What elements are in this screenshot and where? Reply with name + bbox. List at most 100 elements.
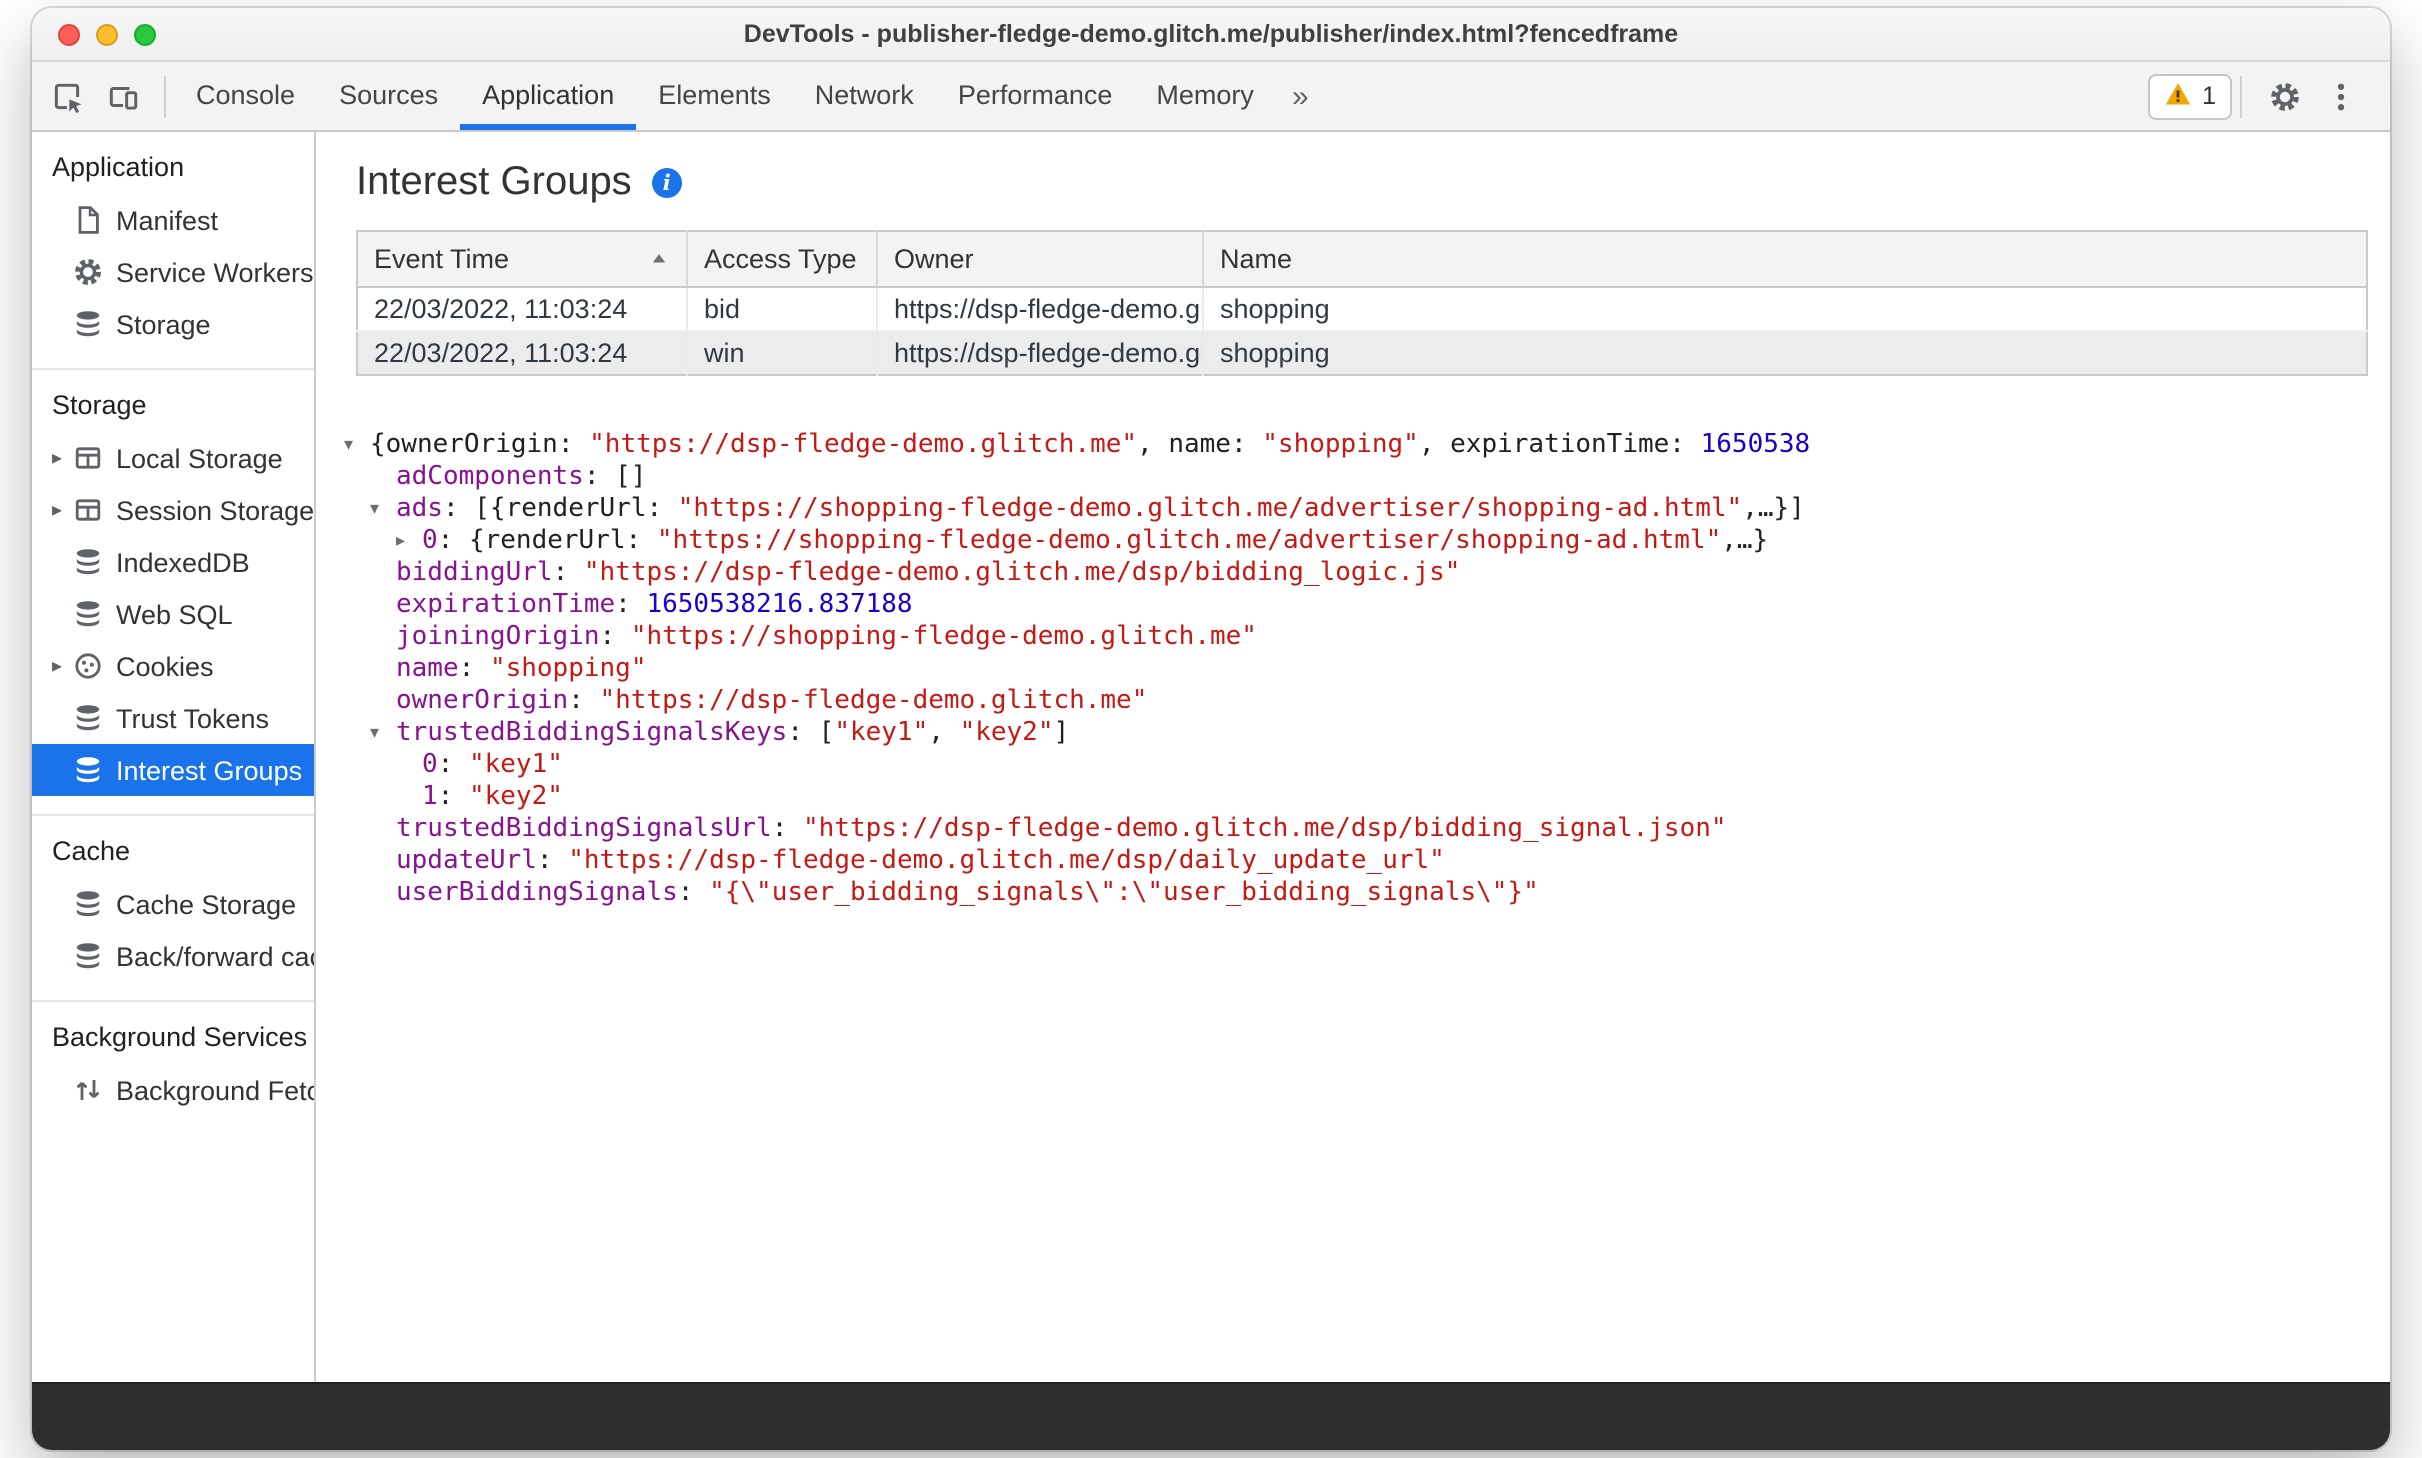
table-icon [70, 493, 104, 527]
sidebar-item-label: Web SQL [116, 599, 233, 629]
table-cell: https://dsp-fledge-demo.gl… [877, 287, 1204, 332]
sidebar-section-application: Application Manifest Service Workers Storag… [32, 132, 314, 370]
sidebar-item-interest-groups[interactable]: Interest Groups [32, 744, 314, 796]
sidebar-item-back-forward-cache[interactable]: Back/forward cache [32, 930, 314, 982]
panel-content: Application Manifest Service Workers Storag… [32, 132, 2390, 1384]
issues-badge[interactable]: 1 [2148, 73, 2232, 119]
gear-icon[interactable] [2258, 70, 2310, 122]
sidebar-item-label: Manifest [116, 205, 219, 235]
tab-sources[interactable]: Sources [317, 62, 460, 130]
column-label: Name [1220, 244, 1293, 274]
inspect-icon[interactable] [40, 70, 92, 122]
tree-line[interactable]: userBiddingSignals: "{\"user_bidding_sig… [328, 878, 2390, 910]
sidebar-item-label: Cache Storage [116, 889, 297, 919]
close-button[interactable] [58, 23, 80, 45]
tree-line[interactable]: 0: "key1" [328, 750, 2390, 782]
collapse-icon[interactable]: ▾ [370, 718, 396, 750]
table-row[interactable]: 22/03/2022, 11:03:24 win https://dsp-fledg… [357, 331, 2367, 375]
sidebar-item-web-sql[interactable]: Web SQL [32, 588, 314, 640]
sidebar-item-session-storage[interactable]: ▸ Session Storage [32, 484, 314, 536]
database-icon [70, 545, 104, 579]
tree-line[interactable]: biddingUrl: "https://dsp-fledge-demo.gli… [328, 558, 2390, 590]
sidebar-item-trust-tokens[interactable]: Trust Tokens [32, 692, 314, 744]
tab-application[interactable]: Application [460, 62, 637, 130]
sidebar-item-cache-storage[interactable]: Cache Storage [32, 878, 314, 930]
tree-line[interactable]: ▸ 0: {renderUrl: "https://shopping-fledge… [328, 526, 2390, 558]
tab-console[interactable]: Console [174, 62, 317, 130]
sidebar-section-title-storage: Storage [52, 390, 147, 420]
main-panel: Interest Groups Event Time Access Type Own… [316, 132, 2390, 1384]
sidebar: Application Manifest Service Workers Storag… [32, 132, 316, 1384]
expand-icon[interactable]: ▸ [396, 526, 422, 558]
tree-line[interactable]: name: "shopping" [328, 654, 2390, 686]
database-icon [70, 701, 104, 735]
sidebar-item-background-fetch[interactable]: Background Fetch [32, 1064, 314, 1116]
cookie-icon [70, 649, 104, 683]
tree-line[interactable]: updateUrl: "https://dsp-fledge-demo.glit… [328, 846, 2390, 878]
toolbar-separator [2240, 75, 2242, 117]
sidebar-item-label: Background Fetch [116, 1075, 314, 1105]
more-panels-button[interactable]: » [1276, 62, 1325, 130]
column-label: Access Type [704, 244, 857, 274]
tab-memory[interactable]: Memory [1134, 62, 1276, 130]
table-header: Event Time Access Type Owner Name [357, 231, 2367, 288]
table-cell: shopping [1203, 331, 2367, 375]
column-header-access-type[interactable]: Access Type [687, 231, 878, 288]
menu-dots-icon[interactable] [2314, 70, 2366, 122]
sidebar-section-background-services: Background Services Background Fetch [32, 1002, 314, 1134]
column-header-owner[interactable]: Owner [877, 231, 1204, 288]
tree-line[interactable]: adComponents: [] [328, 462, 2390, 494]
tree-line[interactable]: ▾ ads: [{renderUrl: "https://shopping-fle… [328, 494, 2390, 526]
sidebar-item-label: Trust Tokens [116, 703, 270, 733]
collapse-icon[interactable]: ▾ [370, 494, 396, 526]
issues-count: 1 [2202, 82, 2216, 110]
column-header-event-time[interactable]: Event Time [357, 231, 688, 288]
screen: DevTools - publisher-fledge-demo.glitch.… [0, 0, 2422, 1458]
column-label: Owner [894, 244, 974, 274]
minimize-button[interactable] [96, 23, 118, 45]
tab-elements[interactable]: Elements [636, 62, 793, 130]
sidebar-item-label: IndexedDB [116, 547, 250, 577]
table-cell: 22/03/2022, 11:03:24 [357, 287, 688, 332]
tree-line[interactable]: 1: "key2" [328, 782, 2390, 814]
tab-network[interactable]: Network [793, 62, 936, 130]
tree-line[interactable]: joiningOrigin: "https://shopping-fledge-… [328, 622, 2390, 654]
gear-icon [70, 255, 104, 289]
database-icon [70, 307, 104, 341]
column-header-name[interactable]: Name [1203, 231, 2367, 288]
expand-icon[interactable]: ▸ [44, 655, 70, 677]
table-icon [70, 441, 104, 475]
devtools-window: DevTools - publisher-fledge-demo.glitch.… [32, 8, 2390, 1450]
sidebar-item-label: Back/forward cache [116, 941, 314, 971]
maximize-button[interactable] [134, 23, 156, 45]
sidebar-item-cookies[interactable]: ▸ Cookies [32, 640, 314, 692]
collapse-icon[interactable]: ▾ [344, 430, 370, 462]
sidebar-item-local-storage[interactable]: ▸ Local Storage [32, 432, 314, 484]
device-toolbar-icon[interactable] [96, 70, 148, 122]
json-tree: ▾ {ownerOrigin: "https://dsp-fledge-demo.… [328, 430, 2390, 910]
tab-performance[interactable]: Performance [936, 62, 1135, 130]
sidebar-item-label: Session Storage [116, 495, 314, 525]
info-icon[interactable] [651, 168, 682, 198]
table-cell: bid [687, 287, 878, 332]
tree-line[interactable]: ownerOrigin: "https://dsp-fledge-demo.gl… [328, 686, 2390, 718]
page-title-row: Interest Groups [356, 160, 2390, 206]
expand-icon[interactable]: ▸ [44, 499, 70, 521]
sidebar-item-storage[interactable]: Storage [32, 298, 314, 350]
tree-line[interactable]: ▾ {ownerOrigin: "https://dsp-fledge-demo.… [328, 430, 2390, 462]
tree-line[interactable]: expirationTime: 1650538216.837188 [328, 590, 2390, 622]
expand-icon[interactable]: ▸ [44, 447, 70, 469]
table-cell: shopping [1203, 287, 2367, 332]
table-cell: win [687, 331, 878, 375]
sidebar-item-label: Cookies [116, 651, 214, 681]
toolbar-left-icons [32, 62, 156, 130]
table-row[interactable]: 22/03/2022, 11:03:24 bid https://dsp-fledg… [357, 287, 2367, 332]
tree-line[interactable]: ▾ trustedBiddingSignalsKeys: ["key1", "ke… [328, 718, 2390, 750]
database-icon [70, 887, 104, 921]
sidebar-item-manifest[interactable]: Manifest [32, 194, 314, 246]
sidebar-item-indexeddb[interactable]: IndexedDB [32, 536, 314, 588]
tree-line[interactable]: trustedBiddingSignalsUrl: "https://dsp-f… [328, 814, 2390, 846]
window-title: DevTools - publisher-fledge-demo.glitch.… [743, 20, 1679, 48]
sidebar-item-service-workers[interactable]: Service Workers [32, 246, 314, 298]
sidebar-section-title-background-services: Background Services [52, 1022, 308, 1052]
